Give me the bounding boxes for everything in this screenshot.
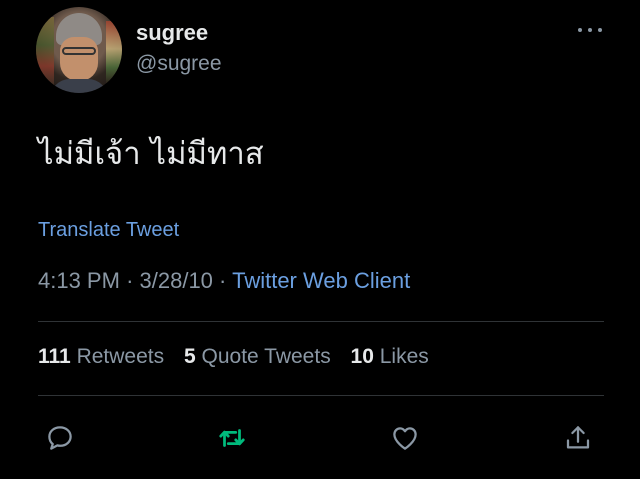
- like-button[interactable]: [389, 422, 421, 454]
- avatar-shirt: [50, 79, 108, 93]
- avatar-face: [60, 37, 98, 81]
- more-options-icon[interactable]: [578, 24, 602, 36]
- avatar-background-left: [36, 17, 54, 87]
- avatar-background-right: [106, 21, 122, 83]
- tweet-client[interactable]: Twitter Web Client: [232, 268, 410, 293]
- share-button[interactable]: [562, 422, 594, 454]
- dot: [578, 28, 582, 32]
- retweet-icon: [219, 429, 245, 447]
- avatar[interactable]: [36, 7, 122, 93]
- display-name[interactable]: sugree: [136, 20, 208, 46]
- divider: [38, 395, 604, 396]
- retweets-count: 111: [38, 345, 71, 368]
- quote-tweets-stat[interactable]: 5 Quote Tweets: [184, 345, 331, 368]
- reply-icon: [48, 426, 72, 450]
- translate-tweet-link[interactable]: Translate Tweet: [38, 219, 179, 242]
- likes-count: 10: [350, 345, 374, 368]
- dot: [598, 28, 602, 32]
- heart-icon: [393, 427, 417, 450]
- tweet-time[interactable]: 4:13 PM: [38, 268, 120, 293]
- quotes-label: Quote Tweets: [201, 345, 331, 368]
- quotes-count: 5: [183, 345, 196, 368]
- engagement-stats: 111 Retweets 5 Quote Tweets 10 Likes: [38, 345, 443, 369]
- user-handle[interactable]: @sugree: [136, 52, 222, 76]
- meta-separator: ·: [219, 268, 227, 293]
- tweet-meta: 4:13 PM · 3/28/10 · Twitter Web Client: [38, 268, 410, 294]
- divider: [38, 321, 604, 322]
- reply-button[interactable]: [44, 422, 76, 454]
- avatar-glasses: [62, 47, 96, 55]
- tweet-text: ไม่มีเจ้า ไม่มีทาส: [38, 136, 264, 172]
- action-bar: [0, 422, 640, 456]
- retweet-button[interactable]: [216, 422, 248, 454]
- meta-separator: ·: [126, 268, 134, 293]
- dot: [588, 28, 592, 32]
- likes-label: Likes: [379, 345, 429, 368]
- likes-stat[interactable]: 10 Likes: [351, 345, 429, 368]
- retweets-stat[interactable]: 111 Retweets: [38, 345, 164, 368]
- retweets-label: Retweets: [76, 345, 165, 368]
- share-icon: [566, 426, 590, 449]
- tweet-date[interactable]: 3/28/10: [140, 268, 213, 293]
